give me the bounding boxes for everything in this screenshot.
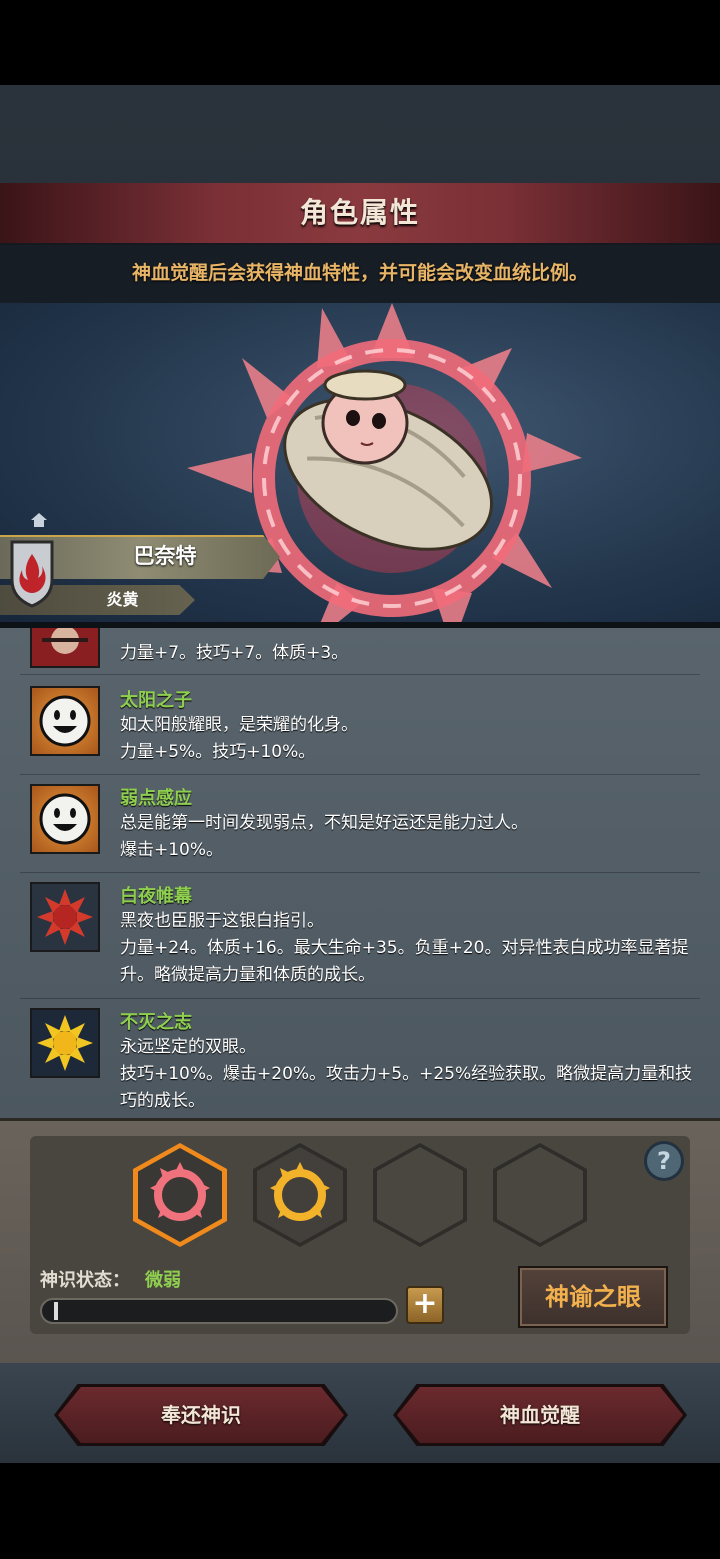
- red-crest-icon: [30, 628, 100, 668]
- navigation-bar-area: [0, 1463, 720, 1559]
- home-icon: [30, 512, 48, 528]
- gold-sun-ring-icon: [270, 1162, 330, 1221]
- divinity-status-label: 神识状态：: [40, 1270, 130, 1291]
- help-button[interactable]: ?: [644, 1141, 684, 1181]
- character-name: 巴奈特: [133, 544, 197, 568]
- divinity-status-value: 微弱: [145, 1270, 181, 1291]
- trait-desc: 力量+7。技巧+7。体质+3。: [120, 643, 349, 663]
- page-title: 角色属性: [299, 196, 420, 229]
- trait-list[interactable]: 力量+7。技巧+7。体质+3。 太阳之子 如太阳般耀眼，是荣耀的化身。 力量+5…: [0, 628, 720, 1118]
- trait-desc: 黑夜也臣服于这银白指引。 力量+24。体质+16。最大生命+35。负重+20。对…: [120, 911, 689, 985]
- gold-sun-icon: [30, 1008, 100, 1078]
- divider: [20, 872, 700, 873]
- blood-awaken-button[interactable]: 神血觉醒: [397, 1387, 683, 1443]
- divider: [20, 774, 700, 775]
- trait-name: 不灭之志: [120, 1012, 192, 1033]
- smiley-sun-icon: [30, 686, 100, 756]
- trait-desc: 永远坚定的双眼。 技巧+10%。爆击+20%。攻击力+5。+25%经验获取。略微…: [120, 1037, 693, 1111]
- trait-name: 白夜帷幕: [120, 886, 192, 907]
- red-sun-ring-icon: [150, 1162, 210, 1221]
- return-divinity-button[interactable]: 奉还神识: [58, 1387, 344, 1443]
- trait-name: 太阳之子: [120, 690, 192, 711]
- trait-desc: 如太阳般耀眼，是荣耀的化身。 力量+5%。技巧+10%。: [120, 715, 358, 762]
- page-subtitle: 神血觉醒后会获得神血特性，并可能会改变血统比例。: [131, 262, 588, 284]
- trait-desc: 总是能第一时间发现弱点，不知是好运还是能力过人。 爆击+10%。: [120, 813, 528, 860]
- oracle-eye-button[interactable]: 神谕之眼: [518, 1266, 668, 1328]
- divinity-progress-bar: [40, 1298, 398, 1324]
- smiley-sun-icon: [30, 784, 100, 854]
- flame-shield-icon: [8, 540, 56, 608]
- status-bar-area: [0, 0, 720, 85]
- character-race: 炎黄: [106, 590, 139, 609]
- red-sun-icon: [30, 882, 100, 952]
- trait-name: 弱点感应: [120, 788, 192, 809]
- divinity-progress-fill: [54, 1302, 58, 1320]
- divider: [20, 998, 700, 999]
- add-divinity-button[interactable]: +: [406, 1286, 444, 1324]
- divider: [20, 674, 700, 675]
